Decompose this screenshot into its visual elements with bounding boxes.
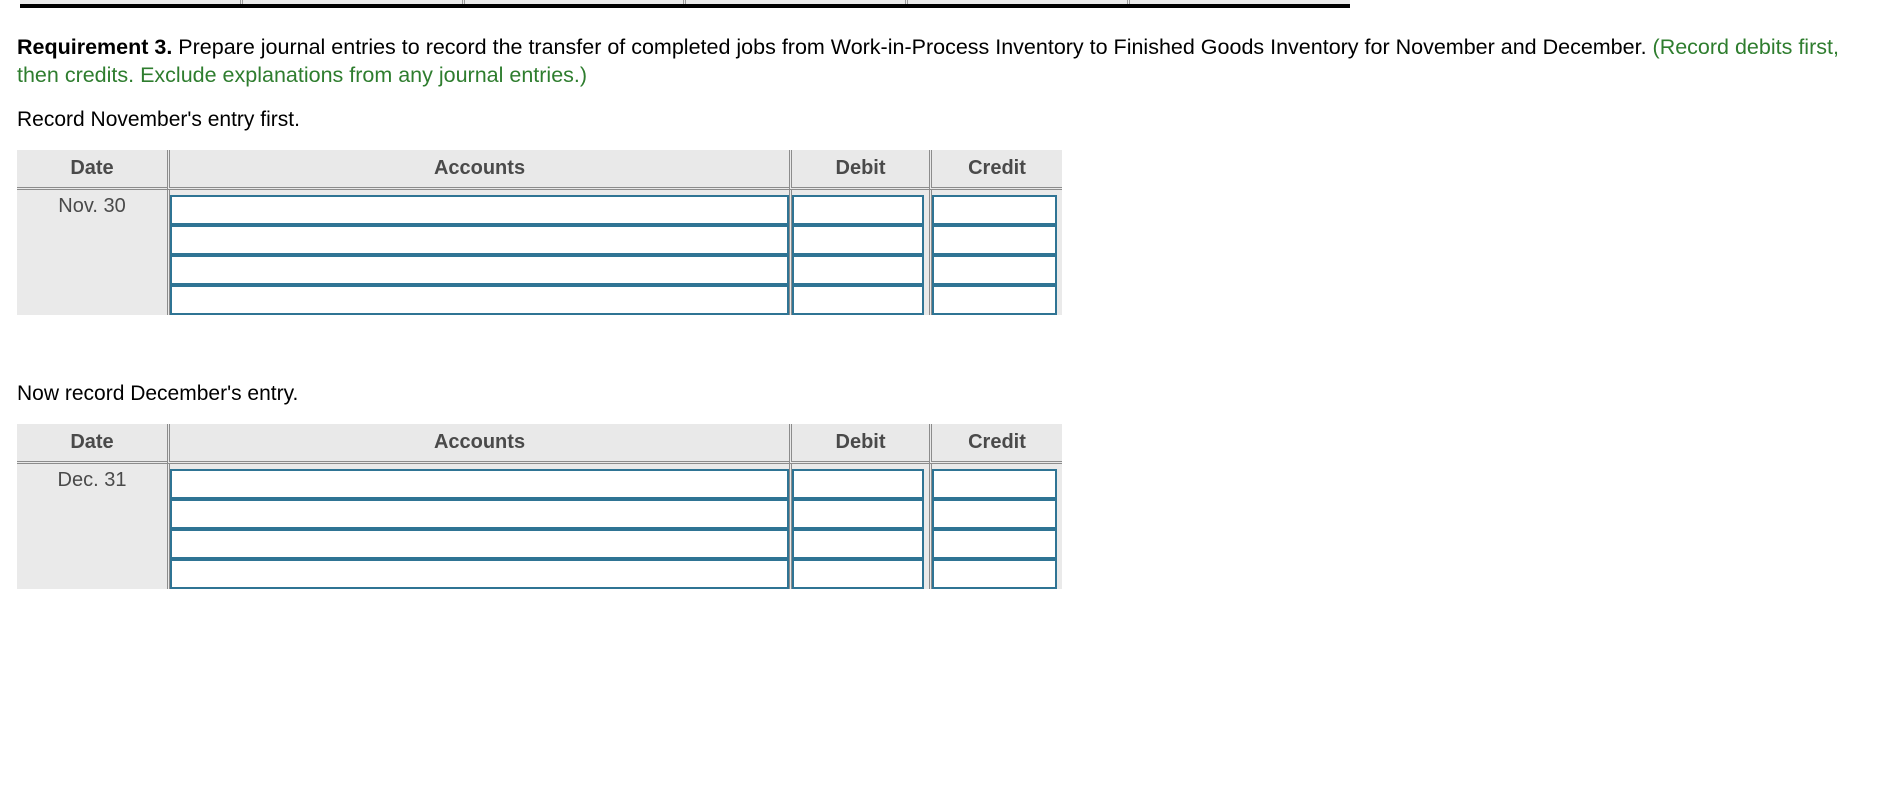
december-credit-cell-2: [929, 499, 1062, 529]
fragment-input-cell-2: [1126, 0, 1350, 8]
december-header-row: Date Accounts Debit Credit: [17, 424, 1062, 464]
november-date-cell: Nov. 30: [17, 190, 167, 315]
december-date-cell: Dec. 31: [17, 464, 167, 589]
december-credit-input-1[interactable]: [932, 469, 1057, 499]
december-credit-cell-4: [929, 559, 1062, 589]
november-entry-row-1: Nov. 30: [17, 190, 1062, 315]
november-credit-input-2[interactable]: [932, 225, 1057, 255]
november-header-accounts: Accounts: [167, 150, 789, 190]
november-debit-cell-2: [789, 225, 929, 255]
november-accounts-input-1[interactable]: [170, 195, 789, 225]
december-debit-input-1[interactable]: [792, 469, 924, 499]
december-credit-cell-3: [929, 529, 1062, 559]
november-credit-cell-4: [929, 285, 1062, 315]
december-debit-cell-2: [789, 499, 929, 529]
november-journal-table: Date Accounts Debit Credit Nov. 30: [17, 150, 1062, 315]
december-debit-input-3[interactable]: [792, 529, 924, 559]
december-header-date: Date: [17, 424, 167, 464]
december-prompt: Now record December's entry.: [17, 382, 299, 405]
december-accounts-input-3[interactable]: [170, 529, 789, 559]
december-header-debit: Debit: [789, 424, 929, 464]
fragment-input-cell-1: [683, 0, 907, 8]
december-journal-table: Date Accounts Debit Credit Dec. 31: [17, 424, 1062, 589]
december-accounts-input-1[interactable]: [170, 469, 789, 499]
november-entry-row-2: [17, 225, 1062, 255]
november-credit-input-3[interactable]: [932, 255, 1057, 285]
fragment-table: ... ... ...: [20, 0, 1350, 8]
fragment-label-0: ...: [20, 0, 242, 8]
requirement-paragraph: Requirement 3. Prepare journal entries t…: [17, 33, 1877, 89]
december-entry-row-4: [17, 559, 1062, 589]
december-accounts-cell-3: [167, 529, 789, 559]
december-accounts-cell-4: [167, 559, 789, 589]
november-credit-cell-2: [929, 225, 1062, 255]
november-debit-cell-3: [789, 255, 929, 285]
december-debit-input-2[interactable]: [792, 499, 924, 529]
december-credit-input-4[interactable]: [932, 559, 1057, 589]
november-accounts-cell-4: [167, 285, 789, 315]
november-header-row: Date Accounts Debit Credit: [17, 150, 1062, 190]
december-accounts-cell-2: [167, 499, 789, 529]
requirement-label: Requirement 3.: [17, 35, 173, 59]
requirement-body: Prepare journal entries to record the tr…: [172, 35, 1653, 59]
fragment-label-2: ...: [905, 0, 1129, 8]
december-accounts-input-4[interactable]: [170, 559, 789, 589]
november-entry-row-4: [17, 285, 1062, 315]
december-entry-row-3: [17, 529, 1062, 559]
november-credit-cell-3: [929, 255, 1062, 285]
december-accounts-input-2[interactable]: [170, 499, 789, 529]
previous-table-fragment: ... ... ...: [20, 0, 1350, 14]
november-header-date: Date: [17, 150, 167, 190]
november-debit-input-3[interactable]: [792, 255, 924, 285]
november-debit-cell-1: [789, 190, 929, 225]
november-accounts-cell-3: [167, 255, 789, 285]
december-debit-cell-3: [789, 529, 929, 559]
december-debit-input-4[interactable]: [792, 559, 924, 589]
fragment-label-1: ...: [461, 0, 685, 8]
december-entry-row-2: [17, 499, 1062, 529]
november-accounts-cell-1: [167, 190, 789, 225]
november-debit-input-4[interactable]: [792, 285, 924, 315]
november-header-credit: Credit: [929, 150, 1062, 190]
november-debit-cell-4: [789, 285, 929, 315]
november-entry-row-3: [17, 255, 1062, 285]
november-header-debit: Debit: [789, 150, 929, 190]
november-debit-input-1[interactable]: [792, 195, 924, 225]
november-accounts-cell-2: [167, 225, 789, 255]
december-credit-cell-1: [929, 464, 1062, 499]
fragment-input-cell-0: [240, 0, 464, 8]
december-debit-cell-4: [789, 559, 929, 589]
november-accounts-input-4[interactable]: [170, 285, 789, 315]
fragment-row: ... ... ...: [20, 0, 1350, 8]
november-accounts-input-2[interactable]: [170, 225, 789, 255]
december-entry-row-1: Dec. 31: [17, 464, 1062, 589]
december-credit-input-2[interactable]: [932, 499, 1057, 529]
worksheet-page: ... ... ... Requirement 3. Prepare journ…: [0, 0, 1900, 786]
november-debit-input-2[interactable]: [792, 225, 924, 255]
november-prompt: Record November's entry first.: [17, 108, 300, 131]
december-header-credit: Credit: [929, 424, 1062, 464]
december-credit-input-3[interactable]: [932, 529, 1057, 559]
november-credit-input-4[interactable]: [932, 285, 1057, 315]
november-credit-input-1[interactable]: [932, 195, 1057, 225]
december-accounts-cell-1: [167, 464, 789, 499]
november-credit-cell-1: [929, 190, 1062, 225]
november-accounts-input-3[interactable]: [170, 255, 789, 285]
december-debit-cell-1: [789, 464, 929, 499]
december-header-accounts: Accounts: [167, 424, 789, 464]
